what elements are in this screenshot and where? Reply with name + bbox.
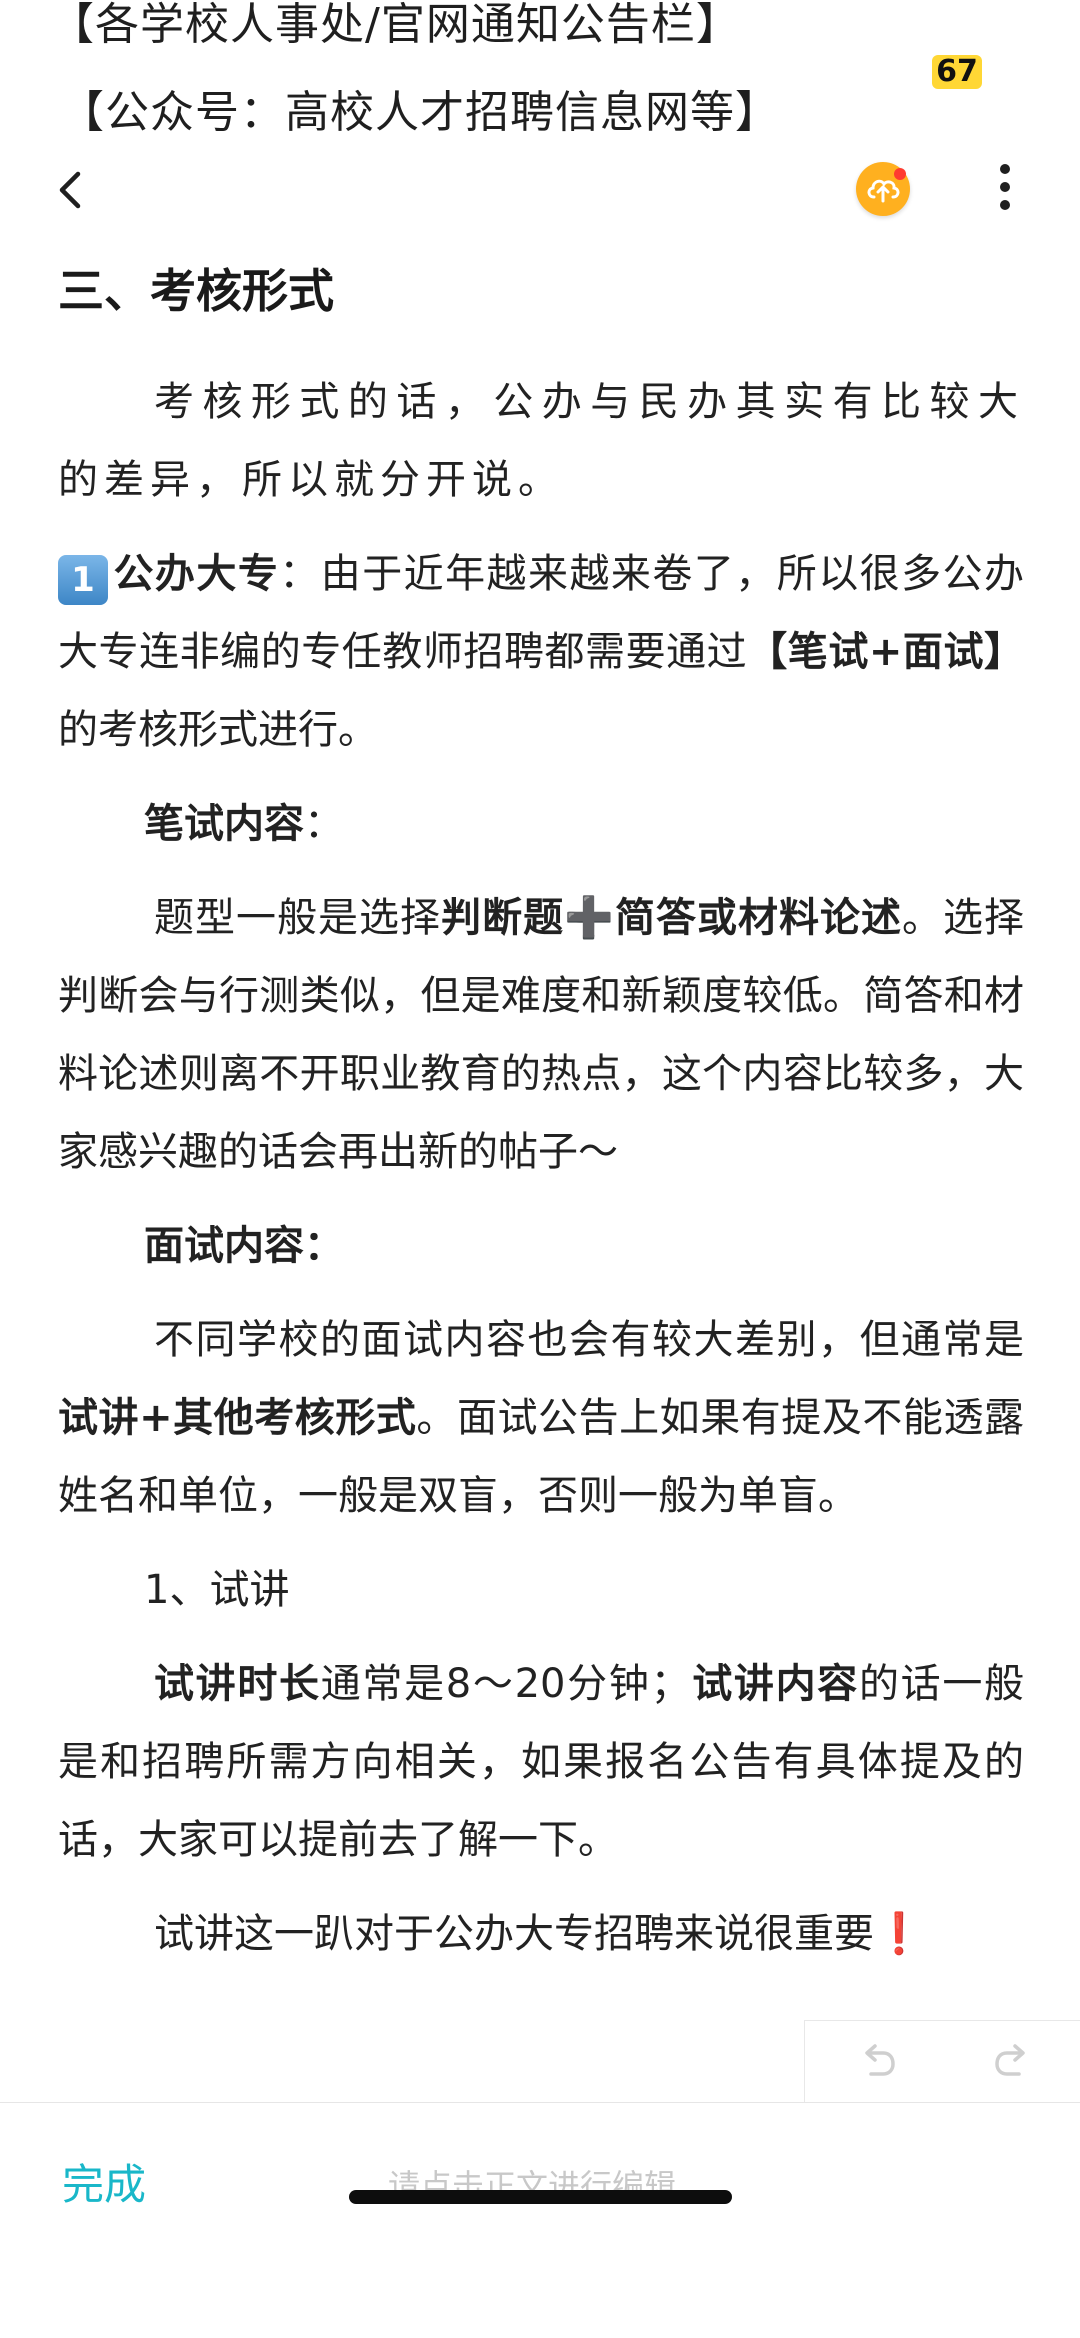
undo-button[interactable] <box>855 2041 899 2083</box>
paragraph-trial-lecture-importance: 试讲这一趴对于公办大专招聘来说很重要❗️ <box>154 1911 924 1957</box>
bold-text: 面试内容： <box>144 1223 344 1269</box>
top-text-line-1: 【各学校人事处/官网通知公告栏】 <box>50 0 741 50</box>
plus-icon: ➕ <box>564 895 615 941</box>
bold-text: 笔试内容 <box>144 801 304 847</box>
notification-dot <box>894 168 906 180</box>
top-text-line-2: 【公众号：高校人才招聘信息网等】 <box>60 87 780 138</box>
redo-button[interactable] <box>991 2041 1035 2083</box>
bold-text: 简答或材料论述 <box>614 895 903 941</box>
bold-text: 试讲+其他考核形式 <box>58 1395 417 1441</box>
home-indicator[interactable] <box>349 2190 732 2204</box>
done-button[interactable]: 完成 <box>62 2151 146 2212</box>
paragraph-trial-lecture: 试讲时长通常是8～20分钟；试讲内容的话一般是和招聘所需方向相关，如果报名公告有… <box>58 1645 1024 1879</box>
chevron-left-icon <box>59 171 81 209</box>
editor-bottom-bar: 完成 请点击正文进行编辑 <box>0 2102 1080 2338</box>
more-options-button[interactable] <box>990 164 1020 216</box>
count-badge: 67 <box>932 55 982 89</box>
paragraph-public-college: 1 公办大专：由于近年越来越来卷了，所以很多公办大专连非编的专任教师招聘都需要通过… <box>58 535 1024 769</box>
bold-text: 公办大专 <box>112 551 280 597</box>
cloud-upload-button[interactable] <box>856 162 910 216</box>
body-text: 题型一般是选择 <box>154 895 442 941</box>
keycap-one-icon: 1 <box>58 555 108 605</box>
back-button[interactable] <box>52 168 92 212</box>
section-heading: 三、考核形式 <box>58 264 334 318</box>
body-text: 不同学校的面试内容也会有较大差别，但通常是 <box>154 1317 1024 1363</box>
redo-icon <box>995 2044 1025 2076</box>
paragraph-written-exam: 题型一般是选择判断题➕简答或材料论述。选择判断会与行测类似，但是难度和新颖度较低… <box>58 879 1024 1191</box>
paragraph-trial-lecture-title: 1、试讲 <box>144 1567 290 1613</box>
body-text: 的考核形式进行。 <box>58 707 378 753</box>
paragraph-interview-title: 面试内容： <box>58 1207 1024 1285</box>
bold-text: 试讲内容 <box>690 1661 859 1707</box>
bold-text: 判断题 <box>441 895 565 941</box>
more-vertical-icon <box>990 164 1020 210</box>
article-body[interactable]: 三、考核形式 考核形式的话，公办与民办其实有比较大的差异，所以就分开说。 1 公办… <box>58 255 1024 1989</box>
paragraph-written-exam-title: 笔试内容： <box>58 785 1024 863</box>
bold-text: 试讲时长 <box>154 1661 321 1707</box>
header-toolbar <box>0 150 1080 230</box>
body-text: 通常是8～20分钟； <box>320 1661 691 1707</box>
paragraph-intro: 考核形式的话，公办与民办其实有比较大的差异，所以就分开说。 <box>58 379 1024 503</box>
undo-icon <box>865 2044 895 2076</box>
bold-text: 【笔试+面试】 <box>747 629 1025 675</box>
undo-redo-panel <box>804 2020 1080 2104</box>
paragraph-interview: 不同学校的面试内容也会有较大差别，但通常是试讲+其他考核形式。面试公告上如果有提… <box>58 1301 1024 1535</box>
body-text: ： <box>304 801 344 847</box>
